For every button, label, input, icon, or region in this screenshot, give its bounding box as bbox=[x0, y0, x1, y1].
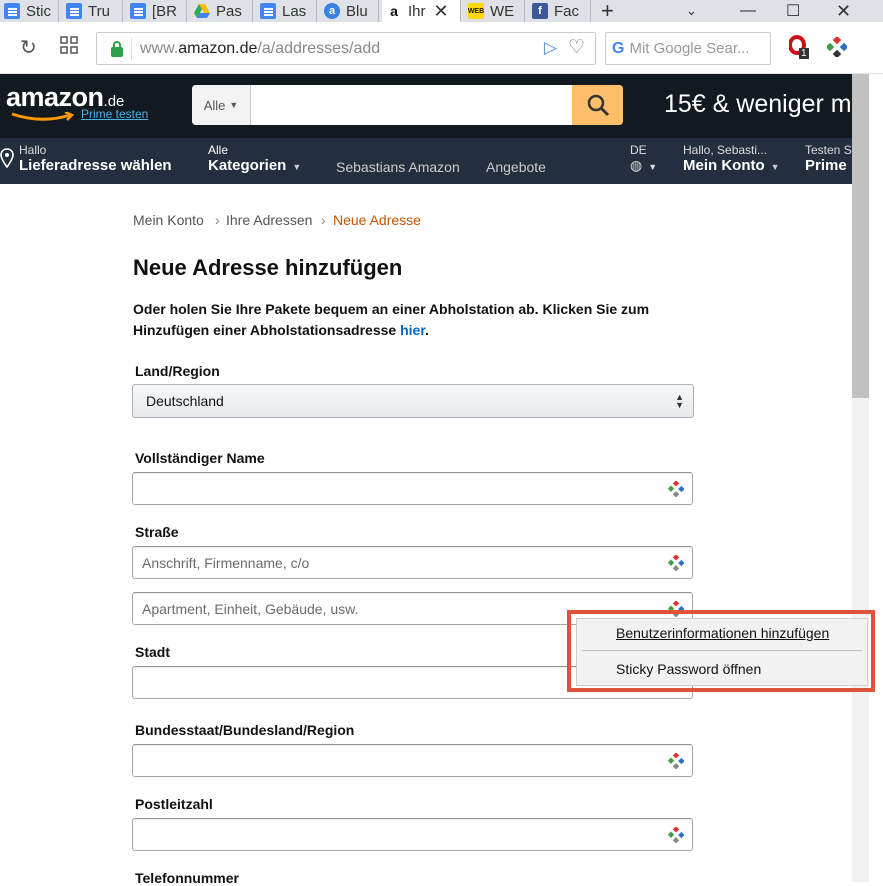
speed-dial-icon[interactable] bbox=[60, 36, 78, 60]
breadcrumb-ihre-adressen[interactable]: Ihre Adressen bbox=[226, 212, 312, 228]
lock-icon bbox=[111, 40, 123, 57]
new-tab-icon[interactable]: + bbox=[601, 0, 614, 22]
account-menu[interactable]: Hallo, Sebasti... Mein Konto ▼ bbox=[683, 143, 780, 174]
caret-down-icon: ▼ bbox=[648, 162, 658, 172]
docs-icon bbox=[4, 3, 20, 19]
send-icon[interactable]: ▷ bbox=[544, 38, 557, 58]
country-select[interactable]: Deutschland ▲ ▼ bbox=[132, 384, 694, 418]
opera-icon[interactable]: 1 bbox=[788, 35, 809, 59]
url-host: amazon.de bbox=[178, 39, 258, 57]
tab-5[interactable]: Las bbox=[256, 0, 317, 22]
amazon-nav: Hallo Lieferadresse wählen Alle Kategori… bbox=[0, 138, 852, 184]
globe-icon: ◍ bbox=[630, 157, 643, 173]
amazon-a-icon: a bbox=[390, 3, 398, 19]
page-title: Neue Adresse hinzufügen bbox=[133, 255, 403, 280]
sticky-password-icon[interactable] bbox=[825, 35, 849, 62]
tab-3[interactable]: [BR bbox=[126, 0, 187, 22]
nav-link-sebastians-amazon[interactable]: Sebastians Amazon bbox=[336, 159, 460, 175]
breadcrumb-mein-konto[interactable]: Mein Konto bbox=[133, 212, 204, 228]
tab-1[interactable]: Stic bbox=[0, 0, 59, 22]
tab-7-active[interactable]: a Ihr ✕ bbox=[382, 0, 461, 22]
deliver-to[interactable]: Hallo Lieferadresse wählen bbox=[19, 143, 172, 174]
close-tab-icon[interactable]: ✕ bbox=[434, 1, 449, 22]
sticky-password-field-icon[interactable] bbox=[668, 555, 684, 571]
state-label: Bundesstaat/Bundesland/Region bbox=[135, 722, 355, 738]
docs-icon bbox=[66, 3, 82, 19]
country-label: Land/Region bbox=[135, 363, 220, 379]
scrollbar-thumb[interactable] bbox=[852, 74, 869, 398]
docs-icon bbox=[260, 3, 276, 19]
url-prefix: www. bbox=[140, 39, 179, 57]
sticky-password-field-icon[interactable] bbox=[668, 827, 684, 843]
caret-down-icon: ▼ bbox=[292, 162, 302, 172]
prime-menu[interactable]: Testen S Prime bbox=[805, 143, 852, 174]
amazon-header: amazon.de Prime testen Alle ▼ 15€ & wenig… bbox=[0, 74, 864, 138]
promo-banner[interactable]: 15€ & weniger mit bbox=[664, 90, 864, 119]
docs-icon bbox=[130, 3, 146, 19]
address-bar[interactable]: www. amazon.de/a/addresses/add ▷ ♡ bbox=[96, 32, 596, 65]
heart-icon[interactable]: ♡ bbox=[568, 36, 585, 59]
caret-down-icon: ▼ bbox=[770, 162, 780, 172]
city-label: Stadt bbox=[135, 644, 170, 660]
menu-item-add-user-info[interactable]: Benutzerinformationen hinzufügen bbox=[616, 625, 829, 641]
tab-list-chevron-icon[interactable]: ⌄ bbox=[686, 0, 697, 22]
minimize-icon[interactable]: — bbox=[740, 0, 756, 22]
drive-icon bbox=[194, 3, 210, 19]
tab-4[interactable]: Pas bbox=[190, 0, 253, 22]
street-label: Straße bbox=[135, 524, 179, 540]
webde-icon: WEB bbox=[468, 3, 484, 19]
all-categories[interactable]: Alle Kategorien ▼ bbox=[208, 143, 301, 174]
street-line2-placeholder: Apartment, Einheit, Gebäude, usw. bbox=[142, 600, 359, 617]
caret-down-icon: ▼ bbox=[229, 100, 239, 110]
close-window-icon[interactable]: ✕ bbox=[836, 0, 851, 22]
amazon-search-input[interactable] bbox=[251, 85, 575, 125]
full-name-input[interactable] bbox=[132, 472, 693, 505]
nav-link-angebote[interactable]: Angebote bbox=[486, 159, 546, 175]
zip-label: Postleitzahl bbox=[135, 796, 213, 812]
sticky-password-context-menu: Benutzerinformationen hinzufügen Sticky … bbox=[576, 618, 868, 686]
menu-separator bbox=[582, 650, 862, 651]
language-selector[interactable]: DE ◍ ▼ bbox=[630, 143, 657, 174]
select-arrows-icon: ▲ ▼ bbox=[675, 392, 684, 410]
tab-6[interactable]: a Blu bbox=[320, 0, 379, 22]
amazon-search-bar: Alle ▼ bbox=[192, 85, 623, 125]
tab-8[interactable]: WEB WE bbox=[464, 0, 525, 22]
facebook-icon: f bbox=[532, 3, 548, 19]
full-name-label: Vollständiger Name bbox=[135, 450, 265, 466]
menu-item-open-sticky-password[interactable]: Sticky Password öffnen bbox=[616, 661, 761, 677]
browser-tab-strip: Stic Tru [BR Pas Las a Blu a Ihr ✕ WEB WE fF… bbox=[0, 0, 883, 22]
phone-label: Telefonnummer bbox=[135, 870, 239, 886]
sticky-password-field-icon[interactable] bbox=[668, 481, 684, 497]
amazon-a-icon: a bbox=[324, 3, 340, 19]
amazon-smile-icon bbox=[11, 112, 75, 121]
search-button[interactable] bbox=[572, 85, 623, 125]
browser-toolbar: ↻ www. amazon.de/a/addresses/add ▷ ♡ G Mi… bbox=[0, 22, 883, 74]
maximize-icon[interactable]: ☐ bbox=[786, 0, 800, 22]
google-icon: G bbox=[612, 39, 625, 57]
pickup-intro-text: Oder holen Sie Ihre Pakete bequem an ein… bbox=[133, 301, 650, 338]
search-box[interactable]: G Mit Google Sear... bbox=[605, 32, 771, 65]
prime-testen-link[interactable]: Prime testen bbox=[81, 107, 148, 121]
breadcrumb-neue-adresse: Neue Adresse bbox=[333, 212, 421, 228]
search-placeholder: Mit Google Sear... bbox=[629, 40, 750, 57]
tab-9[interactable]: f Fac bbox=[528, 0, 591, 22]
state-input[interactable] bbox=[132, 744, 693, 777]
zip-input[interactable] bbox=[132, 818, 693, 851]
breadcrumb-separator: › bbox=[215, 212, 220, 228]
location-pin-icon bbox=[0, 148, 14, 168]
sticky-password-field-icon[interactable] bbox=[668, 753, 684, 769]
breadcrumb-separator: › bbox=[321, 212, 326, 228]
street-line1-placeholder: Anschrift, Firmenname, c/o bbox=[142, 554, 310, 571]
pickup-here-link[interactable]: hier bbox=[400, 322, 425, 338]
url-path: /a/addresses/add bbox=[257, 39, 381, 57]
street-line1-input[interactable]: Anschrift, Firmenname, c/o bbox=[132, 546, 693, 579]
reload-icon[interactable]: ↻ bbox=[20, 35, 37, 60]
search-category-dropdown[interactable]: Alle ▼ bbox=[192, 85, 251, 125]
search-icon bbox=[587, 94, 609, 117]
tab-2[interactable]: Tru bbox=[62, 0, 123, 22]
opera-badge: 1 bbox=[799, 48, 809, 59]
